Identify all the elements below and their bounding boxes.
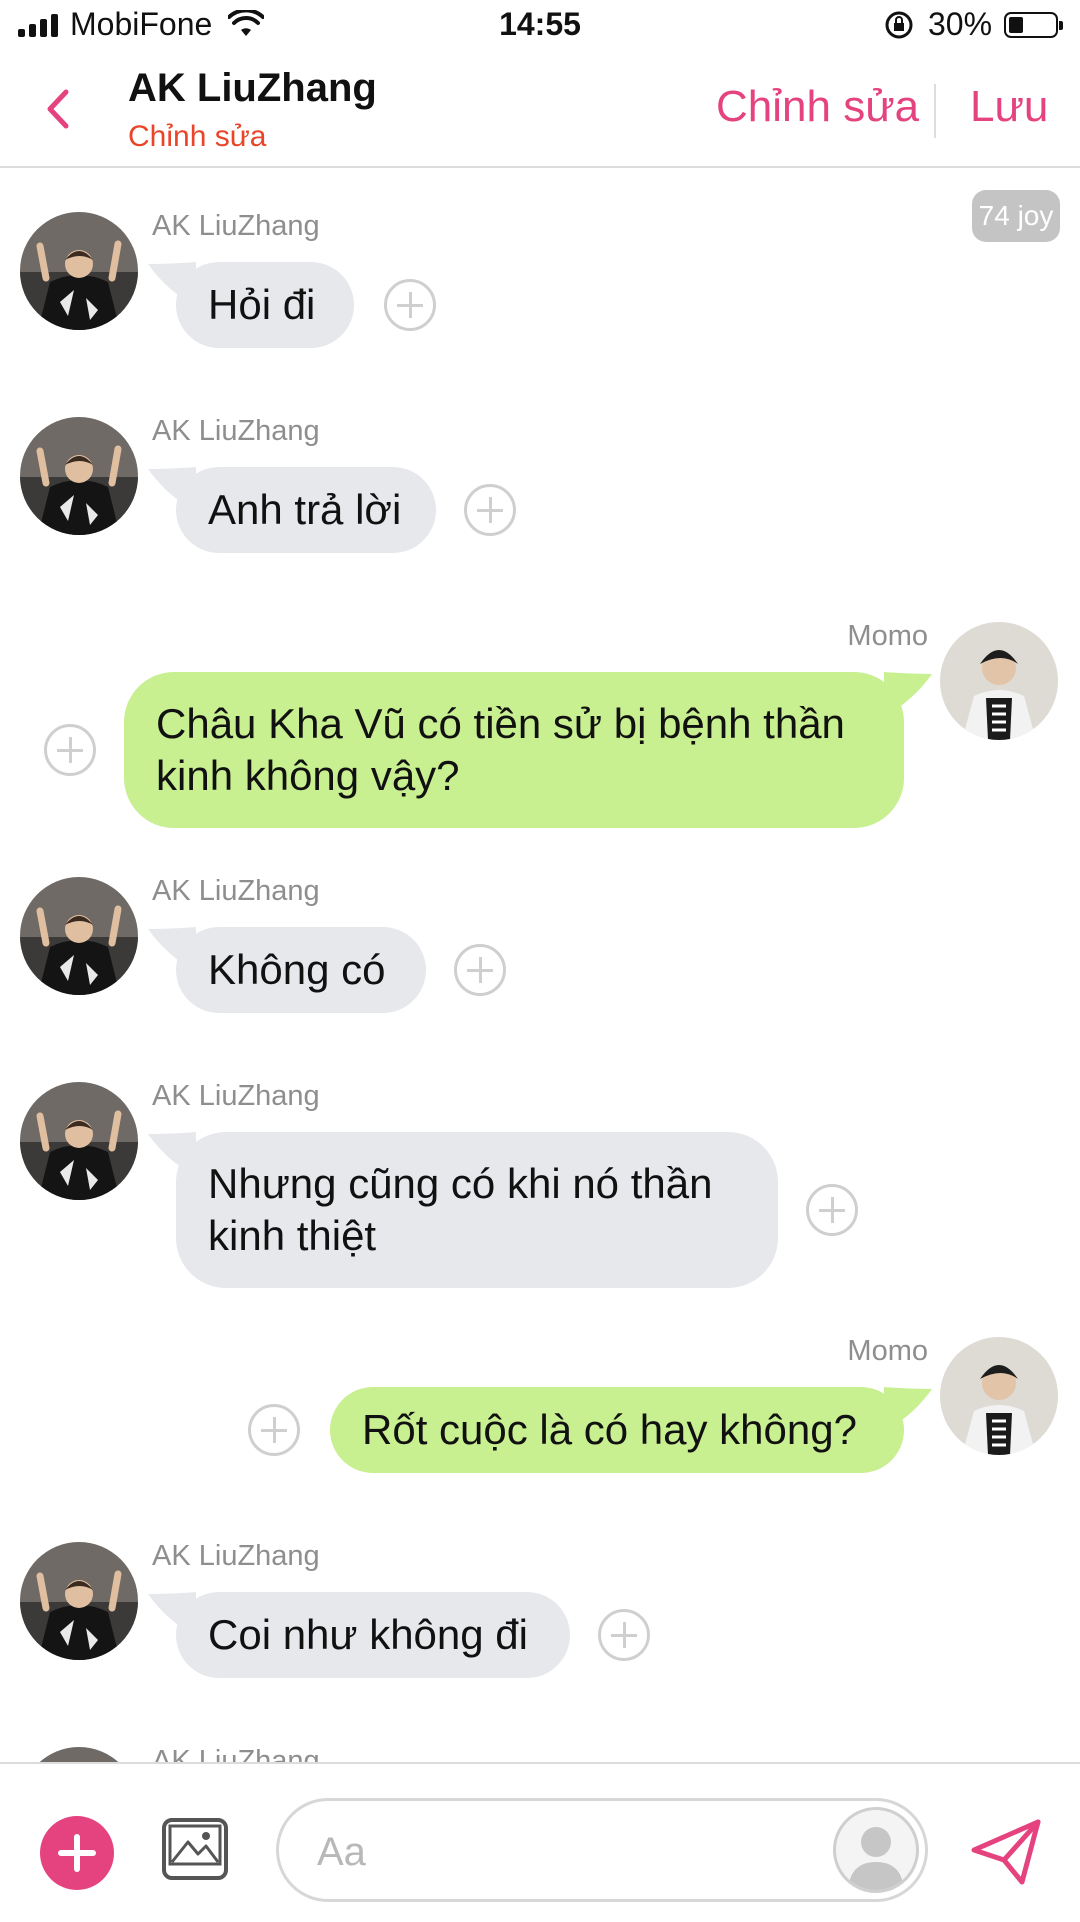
message-row: Momo Rốt cuộc là có hay không? xyxy=(0,1335,1080,1485)
message-bubble[interactable]: Coi như không đi xyxy=(176,1592,570,1678)
page-title: AK LiuZhang xyxy=(128,66,377,110)
sender-name: AK LiuZhang xyxy=(152,415,320,447)
message-row: AK LiuZhang Nhưng cũng có khi nó thần ki… xyxy=(0,1080,1080,1290)
add-reaction-icon[interactable] xyxy=(44,724,96,776)
battery-icon xyxy=(1004,12,1063,38)
sender-name: AK LiuZhang xyxy=(152,1540,320,1572)
add-icon[interactable] xyxy=(40,1816,114,1890)
message-row: AK LiuZhang Anh trả lời xyxy=(0,415,1080,565)
chat-header: AK LiuZhang Chỉnh sửa Chỉnh sửa Lưu xyxy=(0,54,1080,168)
message-bubble[interactable]: Nhưng cũng có khi nó thần kinh thiệt xyxy=(176,1132,778,1288)
avatar[interactable] xyxy=(20,1542,138,1660)
add-reaction-icon[interactable] xyxy=(598,1609,650,1661)
image-icon[interactable] xyxy=(160,1814,230,1884)
message-row: AK LiuZhang Không có xyxy=(0,875,1080,1025)
message-input[interactable] xyxy=(315,1819,839,1885)
message-bubble[interactable]: Châu Kha Vũ có tiền sử bị bệnh thần kinh… xyxy=(124,672,904,828)
orientation-lock-icon xyxy=(885,11,913,39)
sender-name: AK LiuZhang xyxy=(152,875,320,907)
avatar[interactable] xyxy=(940,622,1058,740)
message-bubble[interactable]: Hỏi đi xyxy=(176,262,354,348)
save-button[interactable]: Lưu xyxy=(970,82,1048,132)
user-avatar-icon[interactable] xyxy=(833,1807,919,1893)
add-reaction-icon[interactable] xyxy=(454,944,506,996)
message-row: AK LiuZhang xyxy=(0,1745,1080,1762)
avatar[interactable] xyxy=(20,1082,138,1200)
add-reaction-icon[interactable] xyxy=(384,279,436,331)
add-reaction-icon[interactable] xyxy=(464,484,516,536)
battery-percent: 30% xyxy=(928,6,993,42)
message-input-wrapper xyxy=(276,1798,928,1902)
avatar[interactable] xyxy=(20,1747,138,1762)
message-row: AK LiuZhang Hỏi đi xyxy=(0,210,1080,360)
chat-area[interactable]: 74 joy AK LiuZhang Hỏi đi AK LiuZhang An… xyxy=(0,168,1080,1762)
sender-name: AK LiuZhang xyxy=(152,210,320,242)
send-icon[interactable] xyxy=(966,1812,1046,1892)
page-subtitle[interactable]: Chỉnh sửa xyxy=(128,120,267,154)
message-bubble[interactable]: Anh trả lời xyxy=(176,467,436,553)
message-row: Momo Châu Kha Vũ có tiền sử bị bệnh thần… xyxy=(0,620,1080,830)
add-reaction-icon[interactable] xyxy=(248,1404,300,1456)
add-reaction-icon[interactable] xyxy=(806,1184,858,1236)
avatar[interactable] xyxy=(20,417,138,535)
edit-button[interactable]: Chỉnh sửa xyxy=(716,82,919,132)
message-bubble[interactable]: Rốt cuộc là có hay không? xyxy=(330,1387,904,1473)
composer-bar xyxy=(0,1762,1080,1922)
avatar[interactable] xyxy=(940,1337,1058,1455)
status-bar: MobiFone 14:55 30% xyxy=(0,0,1080,54)
sender-name: AK LiuZhang xyxy=(152,1745,320,1762)
message-bubble[interactable]: Không có xyxy=(176,927,426,1013)
back-chevron-icon[interactable] xyxy=(38,84,78,134)
message-row: AK LiuZhang Coi như không đi xyxy=(0,1540,1080,1690)
sender-name: Momo xyxy=(847,1335,928,1367)
header-divider xyxy=(934,84,936,138)
avatar[interactable] xyxy=(20,877,138,995)
sender-name: Momo xyxy=(847,620,928,652)
avatar[interactable] xyxy=(20,212,138,330)
clock: 14:55 xyxy=(499,6,581,42)
sender-name: AK LiuZhang xyxy=(152,1080,320,1112)
